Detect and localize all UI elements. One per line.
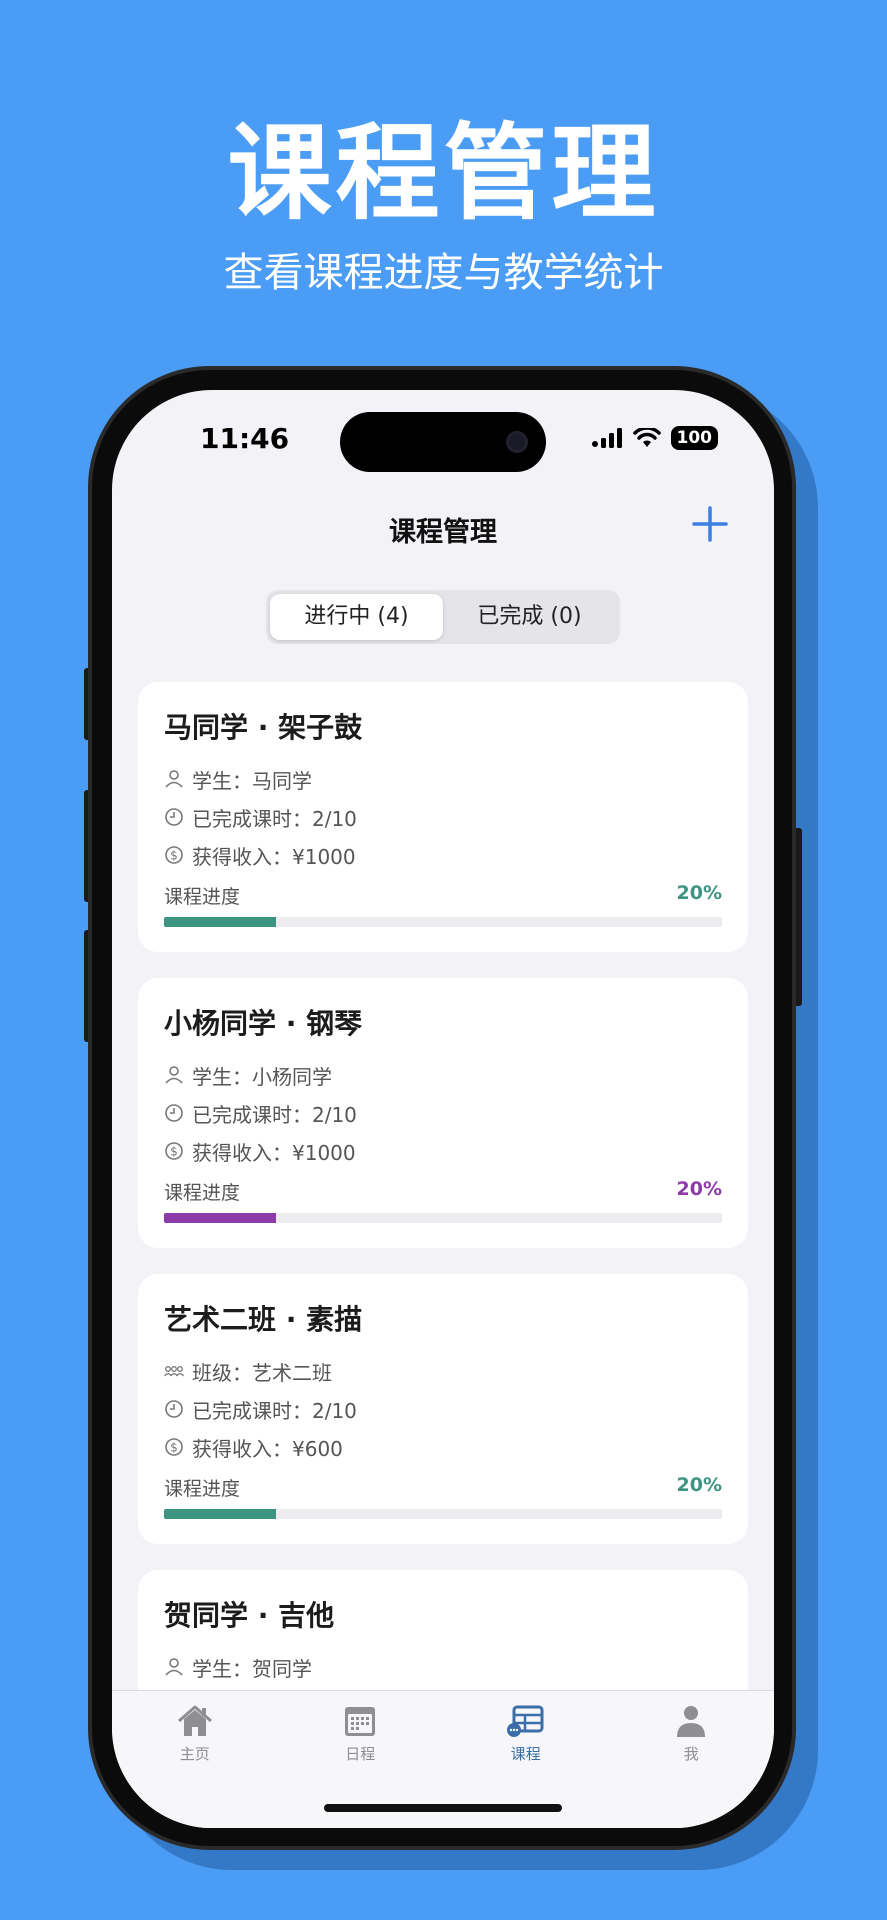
- tab-label: 课程: [510, 1745, 541, 1763]
- course-title: 马同学 · 架子鼓: [164, 711, 363, 744]
- segment-completed[interactable]: 已完成 (0): [443, 594, 616, 640]
- class-text: 班级：艺术二班: [192, 1360, 332, 1385]
- profile-icon: [677, 1706, 706, 1737]
- person-icon: [165, 1658, 183, 1676]
- income-row: $ 获得收入：¥1000: [164, 1132, 722, 1170]
- progress-bar: [164, 1509, 722, 1519]
- class-row: 班级：艺术二班: [164, 1352, 722, 1390]
- lessons-row: 已完成课时：2/10: [164, 798, 722, 836]
- nav-title: 课程管理: [389, 517, 497, 548]
- income-text: 获得收入：¥1000: [192, 1140, 356, 1165]
- course-card[interactable]: 小杨同学 · 钢琴 学生：小杨同学 已完成课时：2/10 $ 获得收入：¥100…: [138, 978, 748, 1248]
- clock-icon: [165, 808, 183, 826]
- dollar-icon: $: [165, 1142, 183, 1160]
- signal-icon: [591, 428, 622, 448]
- lessons-row: 已完成课时：2/10: [164, 1094, 722, 1132]
- income-text: 获得收入：¥1000: [192, 844, 356, 869]
- progress-label: 课程进度: [164, 1182, 241, 1204]
- progress-label: 课程进度: [164, 1478, 241, 1500]
- progress-percent: 20%: [676, 882, 722, 904]
- income-row: $ 获得收入：¥1000: [164, 836, 722, 874]
- student-text: 学生：马同学: [192, 768, 312, 793]
- camera-icon: [506, 431, 528, 453]
- course-title: 艺术二班 · 素描: [164, 1303, 363, 1336]
- progress-bar: [164, 917, 722, 927]
- dollar-icon: $: [165, 846, 183, 864]
- progress-percent: 20%: [676, 1178, 722, 1200]
- clock-icon: [165, 1104, 183, 1122]
- tab-me[interactable]: 我: [609, 1691, 775, 1828]
- dollar-icon: $: [165, 1438, 183, 1456]
- lessons-text: 已完成课时：2/10: [192, 806, 357, 831]
- student-row: 学生：小杨同学: [164, 1056, 722, 1094]
- home-icon: [177, 1705, 212, 1736]
- course-card[interactable]: 马同学 · 架子鼓 学生：马同学 已完成课时：2/10 $ 获得收入：¥1000…: [138, 682, 748, 952]
- student-text: 学生：贺同学: [192, 1656, 312, 1681]
- status-indicators: 100: [591, 426, 718, 450]
- progress-percent: 20%: [676, 1474, 722, 1496]
- promo-title: 课程管理: [227, 112, 660, 234]
- course-title: 小杨同学 · 钢琴: [164, 1007, 363, 1040]
- course-title: 贺同学 · 吉他: [164, 1599, 335, 1632]
- svg-text:$: $: [170, 849, 178, 863]
- income-row: $ 获得收入：¥600: [164, 1428, 722, 1466]
- income-text: 获得收入：¥600: [192, 1436, 343, 1461]
- promo-subtitle: 查看课程进度与教学统计: [223, 250, 664, 296]
- lessons-text: 已完成课时：2/10: [192, 1398, 357, 1423]
- student-row: 学生：贺同学: [164, 1648, 722, 1686]
- segment-in-progress[interactable]: 进行中 (4): [270, 594, 443, 640]
- progress-bar: [164, 1213, 722, 1223]
- calendar-icon: [345, 1707, 376, 1736]
- lessons-row: 已完成课时：2/10: [164, 1390, 722, 1428]
- status-segmented-control: 进行中 (4) 已完成 (0): [266, 590, 620, 644]
- person-icon: [165, 770, 183, 788]
- svg-text:$: $: [170, 1441, 178, 1455]
- progress-fill: [164, 917, 276, 927]
- student-row: 学生：马同学: [164, 760, 722, 798]
- tab-home[interactable]: 主页: [112, 1691, 278, 1828]
- person-icon: [165, 1066, 183, 1084]
- progress-fill: [164, 1213, 276, 1223]
- lessons-text: 已完成课时：2/10: [192, 1102, 357, 1127]
- tab-label: 主页: [179, 1745, 210, 1763]
- battery-indicator: 100: [670, 426, 718, 450]
- wifi-icon: [632, 428, 661, 447]
- course-icon: [506, 1705, 544, 1737]
- phone-screen: 11:46 100 课程管理 进行中 (4) 已完成 (0) 马同学 · 架子鼓…: [112, 390, 774, 1828]
- dynamic-island: [340, 412, 546, 472]
- plus-icon[interactable]: [690, 504, 730, 544]
- clock-icon: [165, 1400, 183, 1418]
- svg-text:$: $: [170, 1145, 178, 1159]
- course-card[interactable]: 艺术二班 · 素描 班级：艺术二班 已完成课时：2/10 $ 获得收入：¥600…: [138, 1274, 748, 1544]
- group-icon: [164, 1366, 184, 1377]
- tab-label: 日程: [345, 1745, 376, 1763]
- progress-label: 课程进度: [164, 886, 241, 908]
- progress-fill: [164, 1509, 276, 1519]
- tab-label: 我: [683, 1745, 699, 1763]
- status-time: 11:46: [200, 422, 290, 455]
- student-text: 学生：小杨同学: [192, 1064, 332, 1089]
- home-indicator: [324, 1804, 562, 1812]
- course-list: 马同学 · 架子鼓 学生：马同学 已完成课时：2/10 $ 获得收入：¥1000…: [138, 682, 748, 1828]
